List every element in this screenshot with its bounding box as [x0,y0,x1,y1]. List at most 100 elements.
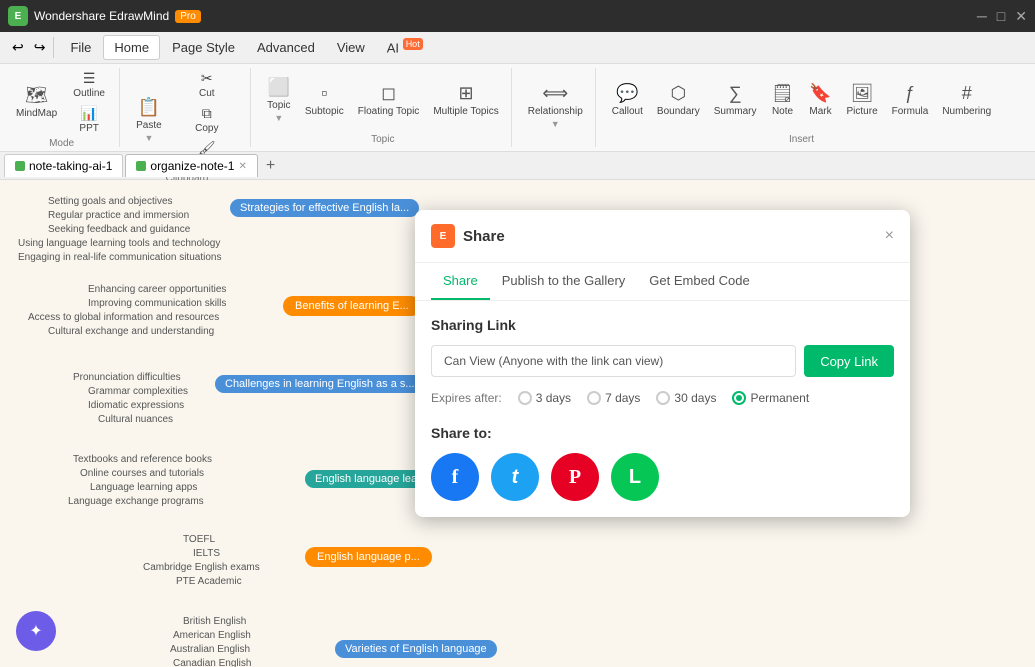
link-input[interactable] [431,345,796,377]
social-twitter-btn[interactable]: t [491,453,539,501]
toolbar-outline-btn[interactable]: ☰ Outline [65,68,113,101]
expires-3days[interactable]: 3 days [518,391,571,405]
cut-icon: ✂ [201,70,213,87]
redo-btn[interactable]: ↪ [30,37,50,58]
social-facebook-btn[interactable]: f [431,453,479,501]
menu-bar: ↩ ↪ File Home Page Style Advanced View A… [0,32,1035,64]
dialog-tab-share[interactable]: Share [431,263,490,300]
toolbar-insert-group: 💬 Callout ⬡ Boundary ∑ Summary 🗒 Note 🔖 … [600,68,1003,147]
toolbar-note-btn[interactable]: 🗒 Note [765,79,801,121]
toolbar-relationship-group: ⟺ Relationship ▼ [516,68,596,147]
mode-group-label: Mode [49,138,74,151]
radio-7days[interactable] [587,391,601,405]
app-badge: Pro [175,10,201,23]
toolbar-subtopic-btn[interactable]: ▫ Subtopic [299,79,350,121]
toolbar-topic-group: ⬜ Topic ▼ ▫ Subtopic ◻ Floating Topic ⊞ … [255,68,512,147]
boundary-icon: ⬡ [670,83,686,104]
radio-permanent[interactable] [732,391,746,405]
outline-icon: ☰ [83,70,96,87]
list-item: Cultural nuances [90,410,181,429]
dialog-body: Sharing Link Copy Link Expires after: 3 … [415,301,910,517]
social-line-btn[interactable]: L [611,453,659,501]
list-item: Engaging in real-life communication situ… [10,248,229,267]
toolbar-mindmap-btn[interactable]: 🗺 MindMap [10,72,63,132]
topic-group-label: Topic [371,134,394,147]
dialog-tab-embed[interactable]: Get Embed Code [637,263,761,300]
toolbar-mark-btn[interactable]: 🔖 Mark [803,79,839,121]
expires-7days[interactable]: 7 days [587,391,640,405]
node-varieties[interactable]: Varieties of English language [335,640,497,658]
expires-permanent[interactable]: Permanent [732,391,809,405]
list-item: Australian English [162,640,258,659]
radio-30days[interactable] [656,391,670,405]
window-close[interactable]: ✕ [1015,8,1027,25]
list-item: Online courses and tutorials [72,464,212,483]
mark-icon: 🔖 [809,83,831,104]
canvas[interactable]: Setting goals and objectives Regular pra… [0,180,1035,667]
callout-icon: 💬 [616,83,638,104]
toolbar-formula-btn[interactable]: ƒ Formula [886,79,935,121]
list-item: Textbooks and reference books [65,450,220,469]
dialog-tab-gallery[interactable]: Publish to the Gallery [490,263,638,300]
menu-ai[interactable]: AI Hot [377,35,433,59]
node-strategies[interactable]: Strategies for effective English la... [230,199,419,217]
toolbar-clipboard-group: 📋 Paste ▼ ✂ Cut ⧉ Copy 🖌 Format Painter [124,68,251,147]
radio-3days[interactable] [518,391,532,405]
toolbar-multiple-topics-btn[interactable]: ⊞ Multiple Topics [427,79,504,121]
pinterest-icon: P [569,466,581,489]
share-dialog: E Share × Share Publish to the Gallery G… [415,210,910,517]
window-maximize[interactable]: □ [997,8,1005,24]
node-challenges[interactable]: Challenges in learning English as a s... [215,375,425,393]
list-item: TOEFL [175,530,223,549]
copy-link-btn[interactable]: Copy Link [804,345,894,377]
tab-organize[interactable]: organize-note-1 ✕ [125,154,257,177]
toolbar-ppt-btn[interactable]: 📊 PPT [65,103,113,136]
node-benefits[interactable]: Benefits of learning E... [283,296,421,316]
undo-btn[interactable]: ↩ [8,37,28,58]
toolbar-summary-btn[interactable]: ∑ Summary [708,79,763,121]
expires-label: Expires after: [431,391,502,405]
menu-page-style[interactable]: Page Style [162,36,245,59]
app-name: Wondershare EdrawMind [34,9,169,23]
toolbar-callout-btn[interactable]: 💬 Callout [606,79,649,121]
list-item: British English [175,612,254,631]
expires-30days[interactable]: 30 days [656,391,716,405]
list-item: Grammar complexities [80,382,196,401]
toolbar-copy-btn[interactable]: ⧉ Copy [170,103,244,136]
facebook-icon: f [452,466,459,489]
tab-note-icon [15,161,25,171]
node-exams[interactable]: English language p... [305,547,432,567]
share-to-label: Share to: [431,425,894,441]
toolbar-cut-btn[interactable]: ✂ Cut [170,68,244,101]
toolbar: 🗺 MindMap ☰ Outline 📊 PPT Mode 📋 Paste [0,64,1035,152]
tab-note-taking[interactable]: note-taking-ai-1 [4,154,123,177]
floating-topic-icon: ◻ [381,83,396,104]
toolbar-topic-btn[interactable]: ⬜ Topic ▼ [261,70,297,130]
list-item: PTE Academic [168,572,250,591]
toolbar-floating-topic-btn[interactable]: ◻ Floating Topic [352,79,426,121]
list-item: Cambridge English exams [135,558,268,577]
toolbar-relationship-btn[interactable]: ⟺ Relationship ▼ [522,76,589,136]
tab-add-btn[interactable]: + [260,155,281,177]
menu-advanced[interactable]: Advanced [247,36,325,59]
picture-icon: 🖼 [851,83,874,104]
ai-assistant-btn[interactable]: ✦ [16,611,56,651]
insert-group-label: Insert [789,134,814,147]
window-minimize[interactable]: ─ [977,8,987,24]
mindmap-icon: 🗺 [25,85,48,106]
toolbar-numbering-btn[interactable]: # Numbering [936,79,997,121]
menu-view[interactable]: View [327,36,375,59]
list-item: Cultural exchange and understanding [40,322,222,341]
toolbar-boundary-btn[interactable]: ⬡ Boundary [651,79,706,121]
dialog-close-btn[interactable]: × [885,227,894,245]
social-icons: f t P L [431,453,894,501]
sharing-link-title: Sharing Link [431,317,894,333]
menu-home[interactable]: Home [103,35,160,60]
toolbar-paste-btn[interactable]: 📋 Paste ▼ [130,90,168,150]
tab-close-btn[interactable]: ✕ [238,161,246,172]
menu-file[interactable]: File [60,36,101,59]
toolbar-picture-btn[interactable]: 🖼 Picture [841,79,884,121]
paste-icon: 📋 [138,97,160,118]
social-pinterest-btn[interactable]: P [551,453,599,501]
share-to-section: Share to: f t P L [431,425,894,501]
